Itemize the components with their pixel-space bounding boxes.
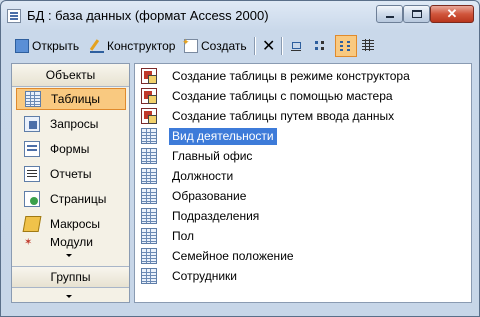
toolbar-separator <box>254 37 255 55</box>
list-item[interactable]: Сотрудники <box>141 267 240 285</box>
list-item-label: Главный офис <box>172 148 253 163</box>
sidebar-item-label: Страницы <box>50 192 107 206</box>
maximize-button[interactable] <box>403 5 430 23</box>
list-item-label: Должности <box>172 168 234 183</box>
delete-button[interactable]: ✕ <box>262 37 275 55</box>
macro-icon <box>22 216 42 232</box>
list-item[interactable]: Образование <box>141 187 249 205</box>
sidebar-item-label: Таблицы <box>51 92 101 106</box>
table-icon <box>141 268 157 284</box>
close-button[interactable]: ✕ <box>430 5 474 23</box>
details-button[interactable] <box>361 37 378 55</box>
list-item[interactable]: Создание таблицы путем ввода данных <box>141 107 397 125</box>
close-icon: ✕ <box>446 6 458 21</box>
window-title: БД : база данных (формат Access 2000) <box>27 8 269 23</box>
page-icon <box>24 191 40 207</box>
large-icons-button[interactable] <box>289 37 306 55</box>
title-bar[interactable]: БД : база данных (формат Access 2000) ✕ <box>1 1 479 31</box>
wizard-icon <box>141 88 157 104</box>
toolbar: Открыть Конструктор ✦ Создать ✕ <box>9 33 473 59</box>
list-item[interactable]: Семейное положение <box>141 247 297 265</box>
create-icon: ✦ <box>182 37 198 53</box>
list-item[interactable]: Вид деятельности <box>141 127 277 145</box>
scroll-down-arrow-icon[interactable] <box>66 254 72 257</box>
sidebar-item-label: Отчеты <box>50 167 92 181</box>
query-icon <box>24 116 40 132</box>
sidebar-item-label: Модули <box>50 238 93 249</box>
report-icon <box>24 166 40 182</box>
minimize-button[interactable] <box>376 5 403 23</box>
maximize-icon <box>412 10 422 18</box>
list-item-label: Сотрудники <box>172 268 237 283</box>
details-icon <box>361 39 375 53</box>
list-item-label: Вид деятельности <box>169 127 277 145</box>
list-view-icon <box>339 39 353 53</box>
sidebar-item-forms[interactable]: Формы <box>16 138 126 160</box>
design-icon <box>89 39 104 53</box>
list-item[interactable]: Создание таблицы с помощью мастера <box>141 87 396 105</box>
minimize-icon <box>386 16 394 18</box>
design-button[interactable]: Конструктор <box>89 37 176 55</box>
list-item-label: Семейное положение <box>172 248 294 263</box>
sidebar-item-label: Запросы <box>50 117 99 131</box>
design-label: Конструктор <box>107 39 176 53</box>
open-icon <box>15 39 29 53</box>
groups-expand-arrow-icon[interactable] <box>66 295 72 298</box>
groups-header[interactable]: Группы <box>12 266 129 288</box>
large-icons-icon <box>289 39 303 53</box>
sidebar-item-label: Макросы <box>50 217 101 231</box>
objects-bar: Объекты Таблицы Запросы Формы Отчеты Стр… <box>11 63 130 303</box>
object-list: Создание таблицы в режиме конструктора С… <box>134 63 472 303</box>
toolbar-separator <box>281 37 282 55</box>
table-icon <box>141 248 157 264</box>
list-item[interactable]: Главный офис <box>141 147 255 165</box>
table-icon <box>141 128 157 144</box>
sidebar-item-reports[interactable]: Отчеты <box>16 163 126 185</box>
sidebar-item-tables[interactable]: Таблицы <box>16 88 126 110</box>
table-icon <box>141 148 157 164</box>
module-icon: ✶ <box>24 238 33 248</box>
wizard-icon <box>141 108 157 124</box>
table-icon <box>141 228 157 244</box>
create-label: Создать <box>201 39 247 53</box>
wizard-icon <box>141 68 157 84</box>
small-icons-icon <box>314 39 328 53</box>
list-view-button[interactable] <box>335 35 357 57</box>
list-item-label: Создание таблицы в режиме конструктора <box>172 68 410 83</box>
sidebar-item-macros[interactable]: Макросы <box>16 213 126 235</box>
list-item-label: Создание таблицы путем ввода данных <box>172 108 395 123</box>
open-label: Открыть <box>32 39 80 53</box>
table-icon <box>141 188 157 204</box>
sidebar-item-pages[interactable]: Страницы <box>16 188 126 210</box>
sidebar-item-modules[interactable]: ✶ Модули <box>16 238 126 250</box>
form-icon <box>24 141 40 157</box>
table-icon <box>25 91 41 107</box>
create-button[interactable]: ✦ Создать <box>182 37 247 55</box>
list-item-label: Пол <box>172 228 195 243</box>
list-item-label: Образование <box>172 188 247 203</box>
list-item-label: Создание таблицы с помощью мастера <box>172 88 393 103</box>
database-icon <box>7 9 21 23</box>
list-item[interactable]: Подразделения <box>141 207 262 225</box>
delete-icon: ✕ <box>262 38 276 55</box>
list-item[interactable]: Пол <box>141 227 197 245</box>
list-item[interactable]: Должности <box>141 167 236 185</box>
sidebar-item-label: Формы <box>50 142 90 156</box>
list-item[interactable]: Создание таблицы в режиме конструктора <box>141 67 413 85</box>
list-item-label: Подразделения <box>172 208 260 223</box>
table-icon <box>141 168 157 184</box>
open-button[interactable]: Открыть <box>15 37 79 55</box>
database-window: БД : база данных (формат Access 2000) ✕ … <box>0 0 480 317</box>
table-icon <box>141 208 157 224</box>
sidebar-item-queries[interactable]: Запросы <box>16 113 126 135</box>
objects-header[interactable]: Объекты <box>12 64 129 87</box>
small-icons-button[interactable] <box>314 37 331 55</box>
